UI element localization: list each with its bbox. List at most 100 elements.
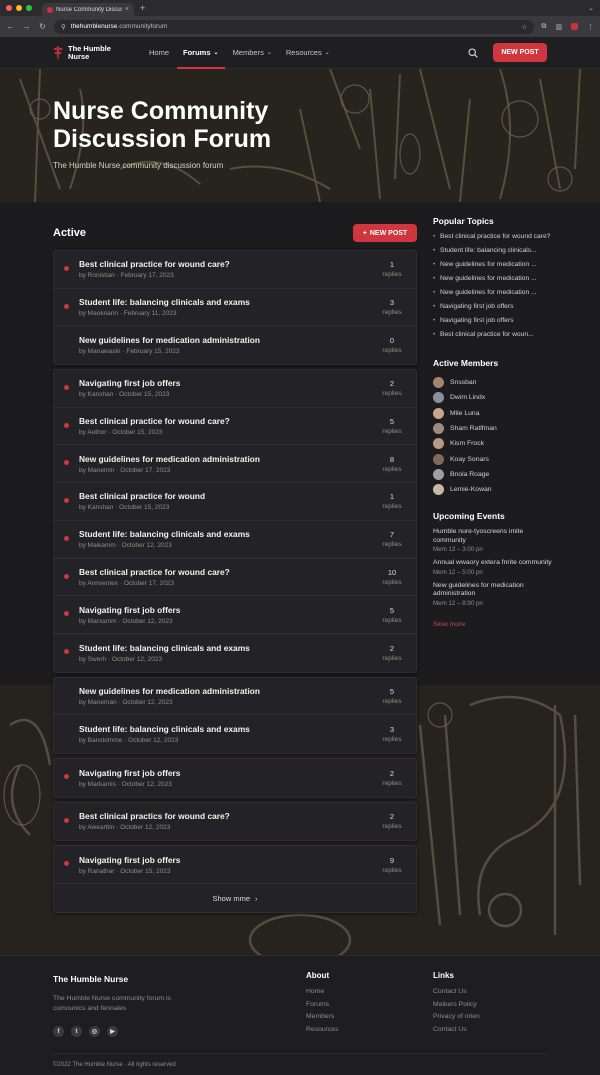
popular-topic-link[interactable]: Navigating first job offers <box>433 303 553 311</box>
footer-link[interactable]: Contact Us <box>433 1026 480 1039</box>
footer-about-link[interactable]: Forums <box>306 1001 339 1014</box>
thread-author[interactable]: Kanshan <box>88 504 114 511</box>
thread-title[interactable]: New guidelines for medication administra… <box>79 686 377 696</box>
thread-title[interactable]: Student life: balancing clinicals and ex… <box>79 643 377 653</box>
browser-menu-icon[interactable]: ⋮ <box>587 23 594 31</box>
popular-topic-link[interactable]: Best clinical practice for woun... <box>433 331 553 339</box>
thread-title[interactable]: Navigating first job offers <box>79 605 377 615</box>
thread-row[interactable]: Student life: balancing clinicals and ex… <box>54 715 416 753</box>
member-item[interactable]: Sham Ratlfman <box>433 421 553 436</box>
thread-row[interactable]: Navigating first job offers by Marxamm · … <box>54 596 416 634</box>
popular-topic-link[interactable]: New guidelines for medication ... <box>433 261 553 269</box>
popular-topic-link[interactable]: Best clinical practice for wound care? <box>433 233 553 241</box>
extensions-icon[interactable]: ⧉ <box>541 23 546 31</box>
thread-author[interactable]: Banstomme <box>88 737 123 744</box>
sidebar-toggle-icon[interactable]: ▥ <box>555 23 562 31</box>
thread-row[interactable]: Best clinical practice for wound by Kansh… <box>54 483 416 521</box>
thread-author[interactable]: Manawasin <box>88 348 121 355</box>
youtube-icon[interactable]: ▶ <box>107 1026 118 1037</box>
thread-row[interactable]: Best clinical practice for wound care? by… <box>54 559 416 597</box>
site-logo[interactable]: The Humble Nurse <box>53 44 118 61</box>
member-item[interactable]: Lemie-Kowan <box>433 482 553 497</box>
back-arrow-icon[interactable]: ← <box>6 22 15 31</box>
thread-title[interactable]: New guidelines for medication administra… <box>79 335 377 345</box>
thread-row[interactable]: New guidelines for medication administra… <box>54 678 416 716</box>
thread-title[interactable]: Student life: balancing clinicals and ex… <box>79 724 377 734</box>
show-more-button[interactable]: Show mme › <box>54 884 416 912</box>
member-item[interactable]: Snssban <box>433 375 553 390</box>
member-item[interactable]: Kism Frock <box>433 436 553 451</box>
thread-title[interactable]: Student life: balancing clinicals and ex… <box>79 529 377 539</box>
thread-author[interactable]: Marxamm <box>88 618 117 625</box>
thread-row[interactable]: New guidelines for medication administra… <box>54 445 416 484</box>
footer-about-link[interactable]: Home <box>306 988 339 1001</box>
nav-members[interactable]: Members ⌄ <box>226 37 279 69</box>
thread-row[interactable]: Student life: balancing clinicals and ex… <box>54 634 416 672</box>
thread-title[interactable]: New guidelines for medication administra… <box>79 454 377 464</box>
instagram-icon[interactable]: ◎ <box>89 1026 100 1037</box>
thread-title[interactable]: Navigating first job offers <box>79 768 377 778</box>
thread-author[interactable]: Markamis <box>88 781 116 788</box>
event-item[interactable]: Annual wwaory extera fnrite community Mem… <box>433 559 553 576</box>
event-item[interactable]: New guidelines for medication administra… <box>433 582 553 607</box>
footer-link[interactable]: Privacy of orien <box>433 1013 480 1026</box>
popular-topic-link[interactable]: Navigating first job offers <box>433 317 553 325</box>
thread-row[interactable]: Navigating first job offers by Kanshan · … <box>54 370 416 408</box>
nav-resources[interactable]: Resources ⌄ <box>279 37 337 69</box>
address-bar[interactable]: ⚲ thehumblenurse.communityforum ☆ <box>54 19 535 34</box>
reload-icon[interactable]: ↻ <box>38 22 47 31</box>
search-icon[interactable] <box>468 47 478 58</box>
forward-arrow-icon[interactable]: → <box>22 22 31 31</box>
popular-topic-link[interactable]: New guidelines for medication ... <box>433 289 553 297</box>
thread-title[interactable]: Student life: balancing clinicals and ex… <box>79 297 377 307</box>
thread-row[interactable]: Best clinical practice for wound care? by… <box>54 251 416 289</box>
bookmark-star-icon[interactable]: ☆ <box>522 23 528 31</box>
thread-author[interactable]: Kanshan <box>88 391 114 398</box>
footer-about-link[interactable]: Resources <box>306 1026 339 1039</box>
browser-tab[interactable]: Nurse Community Discussio × <box>42 3 134 16</box>
header-new-post-button[interactable]: NEW POST <box>493 43 547 62</box>
thread-author[interactable]: Author <box>87 429 106 436</box>
thread-title[interactable]: Best clinical practics for wound care? <box>79 811 377 821</box>
footer-link[interactable]: Maikers Policy <box>433 1001 480 1014</box>
tab-close-icon[interactable]: × <box>125 6 129 13</box>
site-info-icon[interactable]: ⚲ <box>61 23 66 31</box>
footer-link[interactable]: Contact Us <box>433 988 480 1001</box>
thread-author[interactable]: Maneman <box>88 699 117 706</box>
close-window-icon[interactable] <box>6 5 12 11</box>
twitter-icon[interactable]: t <box>71 1026 82 1037</box>
thread-row[interactable]: New guidelines for medication administra… <box>54 326 416 364</box>
thread-row[interactable]: Student life: balancing clinicals and ex… <box>54 521 416 559</box>
thread-title[interactable]: Best clinical practice for wound <box>79 491 377 501</box>
thread-row[interactable]: Navigating first job offers by Markamis ·… <box>54 759 416 797</box>
thread-row[interactable]: Student life: balancing clinicals and ex… <box>54 289 416 327</box>
thread-author[interactable]: Maoknann <box>88 310 118 317</box>
thread-author[interactable]: Awearttin <box>87 824 114 831</box>
member-item[interactable]: Koay Sonars <box>433 451 553 466</box>
events-show-more-link[interactable]: Slow more <box>433 621 465 628</box>
facebook-icon[interactable]: f <box>53 1026 64 1037</box>
thread-row[interactable]: Navigating first job offers by Ranathar ·… <box>54 846 416 884</box>
maximize-window-icon[interactable] <box>26 5 32 11</box>
thread-title[interactable]: Navigating first job offers <box>79 855 377 865</box>
thread-author[interactable]: Manemin <box>88 467 115 474</box>
popular-topic-link[interactable]: New guidelines for medication ... <box>433 275 553 283</box>
new-tab-button[interactable]: + <box>140 3 145 13</box>
thread-title[interactable]: Navigating first job offers <box>79 378 377 388</box>
thread-title[interactable]: Best clinical practice for wound care? <box>79 259 377 269</box>
member-item[interactable]: Mile Luna <box>433 406 553 421</box>
popular-topic-link[interactable]: Student life: balancing clinicals... <box>433 247 553 255</box>
thread-author[interactable]: Ronistian <box>88 272 115 279</box>
thread-row[interactable]: Best clinical practice for wound care? by… <box>54 408 416 446</box>
thread-title[interactable]: Best clinical practice for wound care? <box>79 567 377 577</box>
nav-home[interactable]: Home <box>142 37 176 69</box>
event-item[interactable]: Humble nure-tyoscreens imite community Me… <box>433 528 553 553</box>
minimize-window-icon[interactable] <box>16 5 22 11</box>
member-item[interactable]: Bnola Roage <box>433 467 553 482</box>
footer-about-link[interactable]: Members <box>306 1013 339 1026</box>
thread-author[interactable]: Swerh <box>88 656 106 663</box>
thread-row[interactable]: Best clinical practics for wound care? by… <box>54 803 416 841</box>
thread-author[interactable]: Annventex <box>87 580 118 587</box>
profile-extension-icon[interactable] <box>571 23 578 30</box>
thread-author[interactable]: Ranathar <box>88 868 115 875</box>
